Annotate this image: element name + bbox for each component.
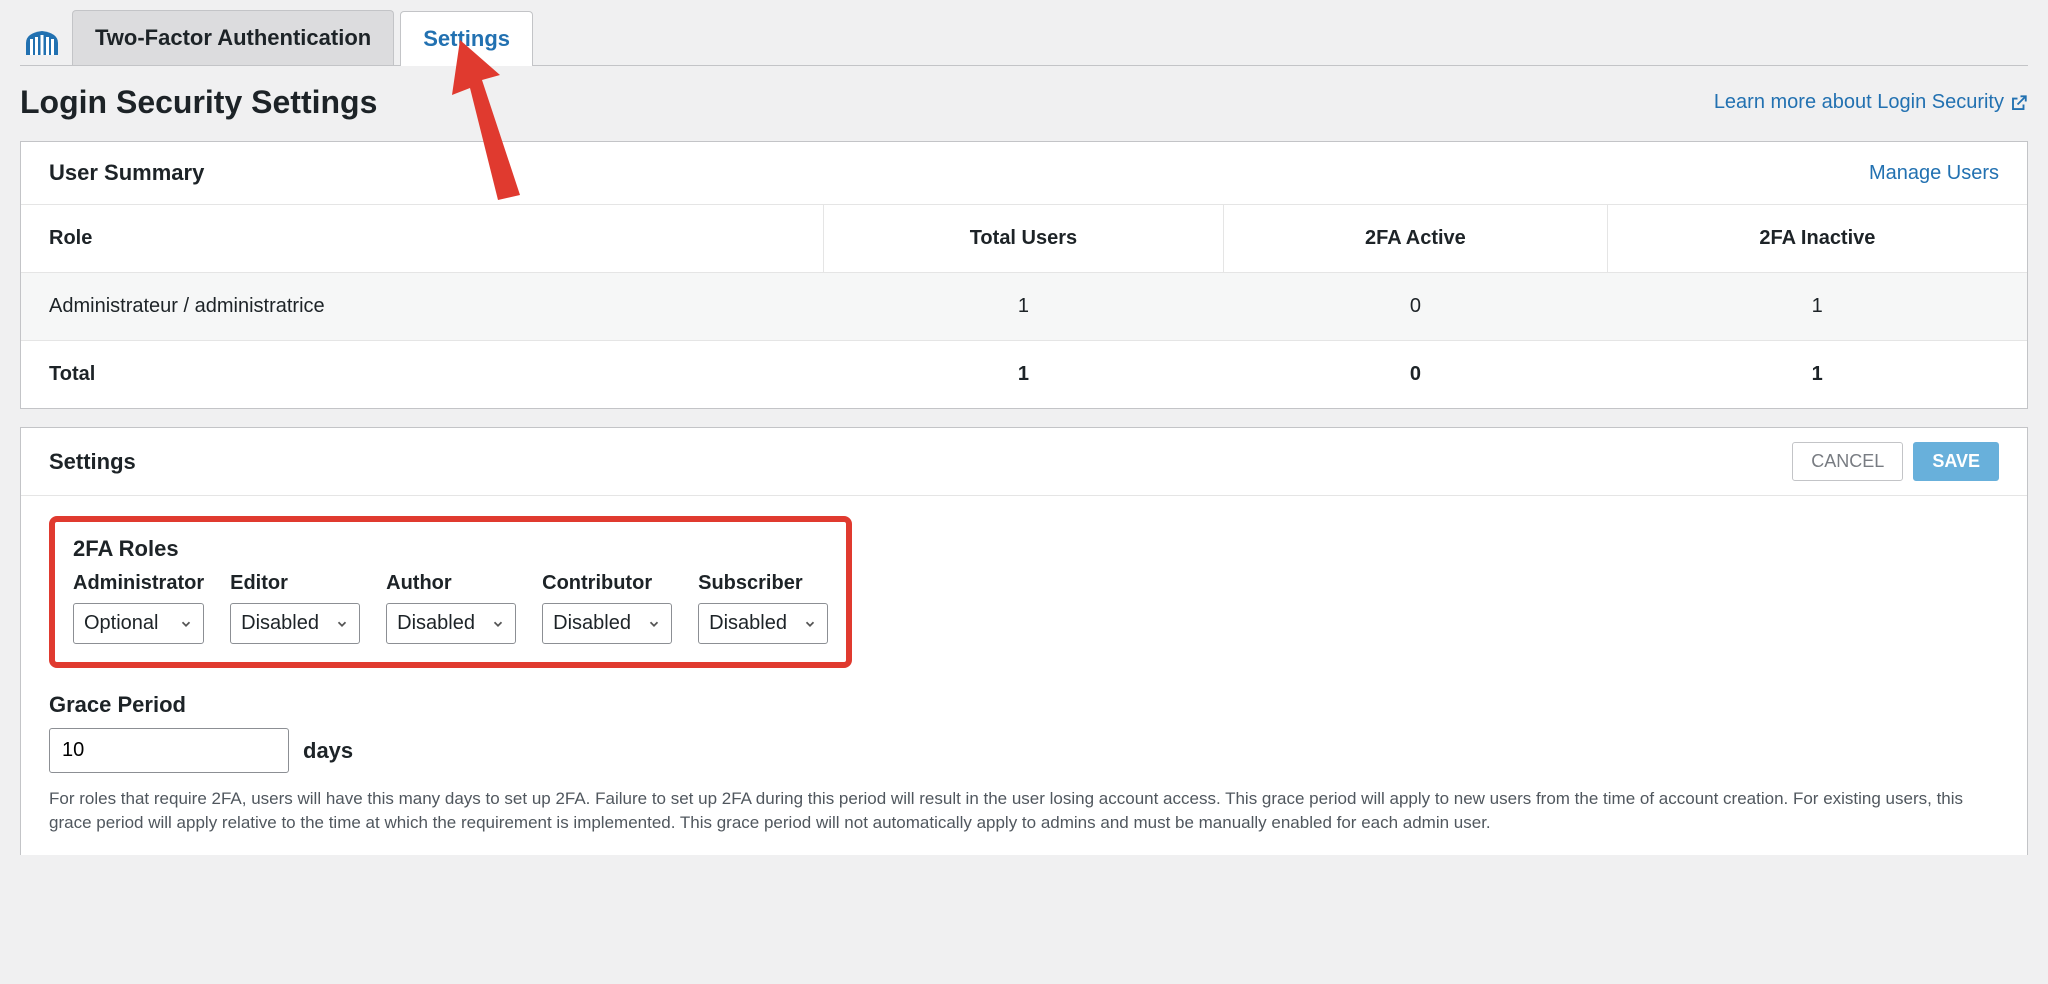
role-value: Disabled xyxy=(397,612,475,635)
manage-users-link[interactable]: Manage Users xyxy=(1869,162,1999,185)
role-label-contributor: Contributor xyxy=(542,572,672,595)
table-row: Total 1 0 1 xyxy=(21,341,2027,409)
chevron-down-icon xyxy=(803,617,817,631)
chevron-down-icon xyxy=(647,617,661,631)
settings-panel: Settings CANCEL SAVE 2FA Roles Administr… xyxy=(20,427,2028,855)
role-value: Disabled xyxy=(553,612,631,635)
roles-title: 2FA Roles xyxy=(73,536,828,562)
role-label-administrator: Administrator xyxy=(73,572,204,595)
chevron-down-icon xyxy=(335,617,349,631)
tab-settings[interactable]: Settings xyxy=(400,11,533,66)
col-role: Role xyxy=(21,205,823,273)
settings-body: 2FA Roles Administrator Optional Editor … xyxy=(21,496,2027,855)
col-inactive: 2FA Inactive xyxy=(1607,205,2027,273)
grace-period-unit: days xyxy=(303,738,353,764)
role-select-author[interactable]: Disabled xyxy=(386,603,516,644)
user-summary-header: User Summary Manage Users xyxy=(21,142,2027,205)
learn-more-link[interactable]: Learn more about Login Security xyxy=(1714,91,2028,114)
cell-active: 0 xyxy=(1223,341,1607,409)
grace-period-input[interactable] xyxy=(49,728,289,773)
role-select-subscriber[interactable]: Disabled xyxy=(698,603,828,644)
role-label-subscriber: Subscriber xyxy=(698,572,828,595)
chevron-down-icon xyxy=(179,617,193,631)
cancel-button[interactable]: CANCEL xyxy=(1792,442,1903,481)
role-value: Disabled xyxy=(241,612,319,635)
tab-two-factor[interactable]: Two-Factor Authentication xyxy=(72,10,394,65)
learn-more-text: Learn more about Login Security xyxy=(1714,91,2004,114)
external-link-icon xyxy=(2010,94,2028,112)
save-button[interactable]: SAVE xyxy=(1913,442,1999,481)
settings-header: Settings CANCEL SAVE xyxy=(21,428,2027,496)
page-title: Login Security Settings xyxy=(20,84,377,121)
role-select-administrator[interactable]: Optional xyxy=(73,603,204,644)
role-label-author: Author xyxy=(386,572,516,595)
grace-period-title: Grace Period xyxy=(49,692,1999,718)
cell-total: 1 xyxy=(823,273,1223,341)
user-summary-panel: User Summary Manage Users Role Total Use… xyxy=(20,141,2028,409)
settings-title: Settings xyxy=(49,449,136,475)
cell-role: Total xyxy=(21,341,823,409)
roles-highlight-box: 2FA Roles Administrator Optional Editor … xyxy=(49,516,852,668)
col-total: Total Users xyxy=(823,205,1223,273)
role-label-editor: Editor xyxy=(230,572,360,595)
role-select-editor[interactable]: Disabled xyxy=(230,603,360,644)
cell-total: 1 xyxy=(823,341,1223,409)
user-summary-title: User Summary xyxy=(49,160,204,186)
cell-inactive: 1 xyxy=(1607,273,2027,341)
role-select-contributor[interactable]: Disabled xyxy=(542,603,672,644)
col-active: 2FA Active xyxy=(1223,205,1607,273)
role-value: Optional xyxy=(84,612,159,635)
tabs-bar: Two-Factor Authentication Settings xyxy=(20,10,2028,66)
page-header: Login Security Settings Learn more about… xyxy=(20,66,2028,141)
chevron-down-icon xyxy=(491,617,505,631)
role-value: Disabled xyxy=(709,612,787,635)
user-summary-table: Role Total Users 2FA Active 2FA Inactive… xyxy=(21,205,2027,408)
table-row: Administrateur / administratrice 1 0 1 xyxy=(21,273,2027,341)
cell-role: Administrateur / administratrice xyxy=(21,273,823,341)
cell-inactive: 1 xyxy=(1607,341,2027,409)
grace-period-description: For roles that require 2FA, users will h… xyxy=(49,787,1999,835)
cell-active: 0 xyxy=(1223,273,1607,341)
wordfence-logo-icon xyxy=(24,29,60,57)
